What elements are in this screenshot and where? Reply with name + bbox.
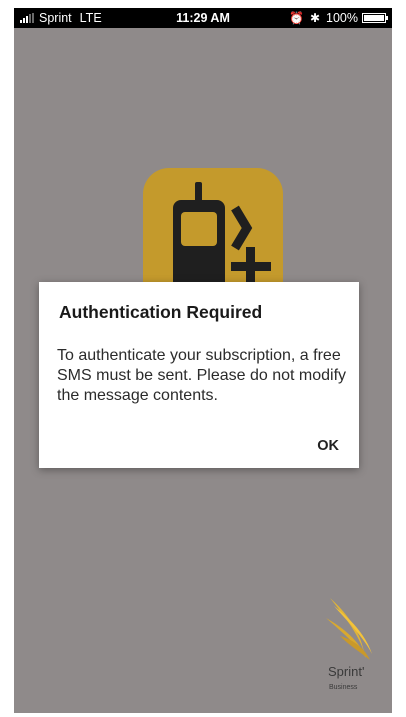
alarm-clock-icon: ⏰ [289, 11, 304, 25]
authentication-dialog: Authentication Required To authenticate … [39, 282, 359, 468]
dialog-message: To authenticate your subscription, a fre… [57, 347, 347, 404]
sprint-logo-icon [320, 596, 384, 696]
battery-icon [362, 13, 388, 23]
bluetooth-icon: ✱ [309, 11, 321, 25]
dialog-title: Authentication Required [59, 302, 263, 322]
status-bar: Sprint LTE 11:29 AM ⏰ ✱ 100% [14, 8, 392, 28]
battery-percent: 100% [326, 11, 358, 25]
registered-mark: ' [361, 664, 365, 679]
sprint-wordmark: Sprint' [328, 664, 365, 679]
status-right: ⏰ ✱ 100% [289, 11, 388, 25]
sprint-business-label: Business [329, 684, 358, 691]
ok-button[interactable]: OK [317, 438, 339, 454]
